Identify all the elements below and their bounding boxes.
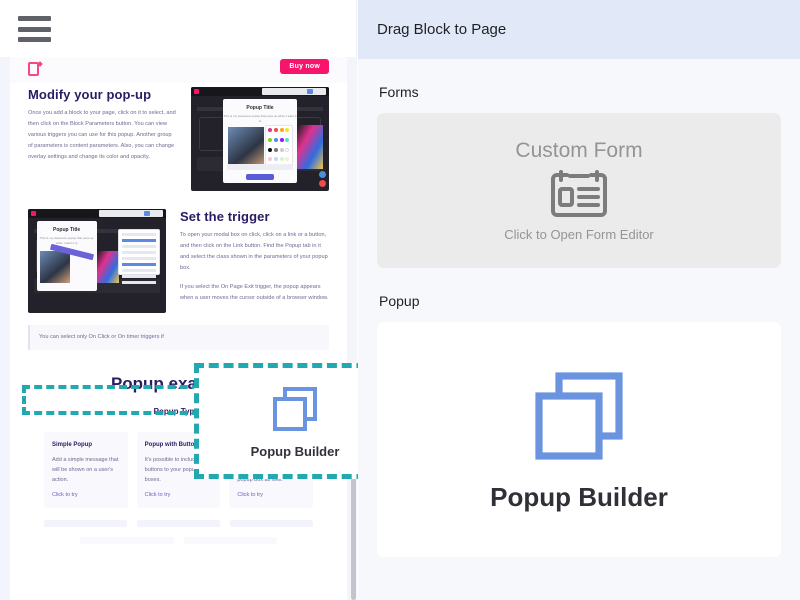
card-body: Add a simple message that will be shown … [52, 456, 119, 483]
panel-header: Drag Block to Page [358, 0, 800, 59]
block-popup-builder[interactable]: Popup Builder [377, 322, 781, 557]
card-link[interactable]: Click to try [237, 492, 305, 498]
placeholder-block [80, 536, 174, 544]
block-subtitle-custom-form[interactable]: Click to Open Form Editor [504, 227, 654, 242]
section-body-2: To open your modal box on click, click o… [180, 232, 328, 271]
dragged-block-label: Popup Builder [250, 443, 340, 459]
trigger-note: You can select only On Click or On timer… [28, 325, 329, 350]
group-title-forms: Forms [379, 84, 419, 100]
block-custom-form[interactable]: Custom Form Click to Open Form Editor [377, 113, 781, 268]
hamburger-bar [18, 16, 51, 21]
section-title: Modify your pop-up [28, 87, 152, 102]
block-title-popup-builder: Popup Builder [490, 482, 668, 512]
screenshot-modal-title: Popup Title [246, 105, 274, 111]
buy-now-button[interactable]: Buy now [280, 59, 329, 74]
page-canvas-panel[interactable]: Buy now Modify your pop-up Once you add … [0, 0, 360, 600]
placeholder-row [10, 508, 347, 527]
popup-editor-screenshot: Popup Title This is my awesome popup tha… [191, 87, 329, 191]
hamburger-bar [18, 37, 51, 42]
group-title-popup: Popup [379, 293, 420, 309]
block-library-panel: Drag Block to Page Forms Custom Form Cli… [358, 0, 800, 600]
canvas-scrollbar[interactable] [350, 57, 357, 600]
section-modify-popup: Modify your pop-up Once you add a block … [10, 83, 347, 191]
screenshot-modal-title-2: Popup Title [53, 227, 81, 233]
site-header: Buy now [10, 57, 347, 83]
section-body: Once you add a block to your page, click… [28, 110, 176, 160]
brand-logo-icon [28, 62, 39, 76]
section-title-2: Set the trigger [180, 209, 270, 224]
hamburger-icon[interactable] [18, 16, 51, 42]
placeholder-row [10, 527, 347, 544]
page-title: Drag Block to Page [377, 21, 507, 38]
card-link[interactable]: Click to try [52, 492, 120, 498]
placeholder-block [44, 519, 127, 527]
editor-topbar [0, 0, 357, 57]
placeholder-block [183, 536, 277, 544]
hamburger-bar [18, 26, 51, 32]
placeholder-block [137, 519, 220, 527]
trigger-editor-screenshot: Popup Title This is my awesome popup tha… [28, 209, 166, 313]
group-forms: Forms Custom Form Click to Open Form Edi… [358, 84, 800, 268]
app-root: Buy now Modify your pop-up Once you add … [0, 0, 800, 600]
screenshot-modal-sub: This is my awesome popup that pops up wh… [223, 114, 297, 123]
custom-form-icon [551, 170, 607, 217]
popup-builder-icon [535, 372, 623, 460]
list-item[interactable]: Simple Popup Add a simple message that w… [44, 431, 128, 508]
popup-builder-icon [273, 386, 317, 431]
card-link[interactable]: Click to try [145, 492, 213, 498]
page-document: Buy now Modify your pop-up Once you add … [10, 57, 347, 600]
screenshot-modal-sub-2: This is my awesome popup that pops up wh… [39, 236, 94, 245]
card-title: Simple Popup [52, 441, 93, 448]
group-popup: Popup Popup Builder [358, 293, 800, 557]
section-set-trigger: Popup Title This is my awesome popup tha… [10, 205, 347, 313]
block-title-custom-form: Custom Form [515, 139, 643, 162]
section-body-2b: If you select the On Page Exit trigger, … [180, 283, 329, 301]
placeholder-block [230, 519, 313, 527]
page-scroll-area[interactable]: Buy now Modify your pop-up Once you add … [0, 57, 357, 600]
